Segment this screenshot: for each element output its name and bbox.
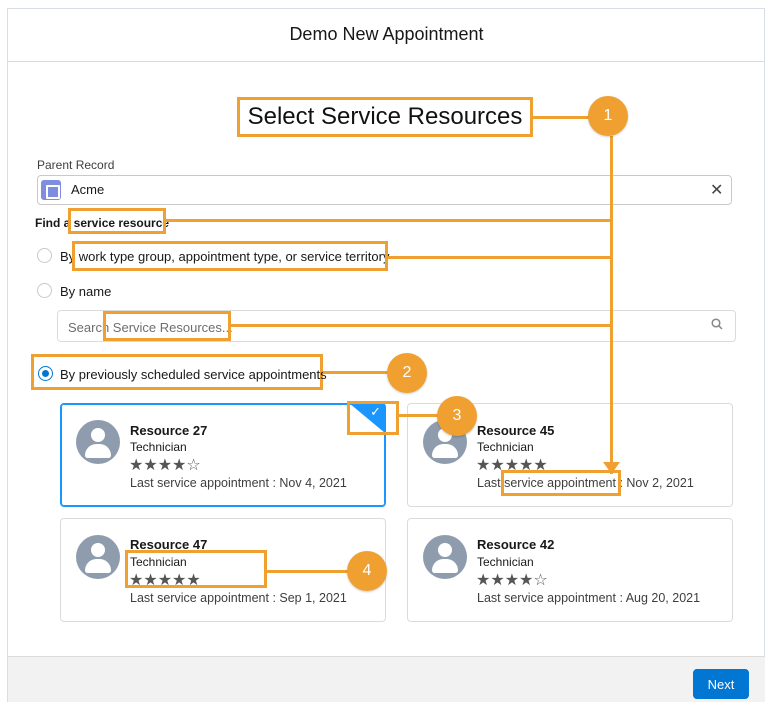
callout-line [323,371,389,374]
resource-role: Technician [130,440,187,454]
callout-line [267,570,349,573]
modal-footer [8,656,765,702]
parent-record-value: Acme [71,182,105,197]
callout-line [166,219,612,222]
option-by-name-label: By name [60,284,112,299]
resource-role: Technician [477,555,534,569]
resource-name: Resource 42 [477,537,555,552]
callout-badge-3: 3 [437,396,477,436]
last-appointment: Last service appointment : Sep 1, 2021 [130,591,347,605]
last-appointment: Last service appointment : Aug 20, 2021 [477,591,701,605]
page-title: Select Service Resources [237,97,533,137]
radio-work-type[interactable] [37,248,52,263]
callout-line [533,116,589,119]
callout-line [388,256,612,259]
rating-stars: ★★★★☆ [476,570,548,589]
find-label-highlight [68,208,166,234]
account-icon [41,180,61,200]
last-appointment: Last service appointment : Nov 4, 2021 [130,476,347,490]
parent-record-field[interactable] [37,175,732,205]
work-type-highlight [72,241,388,271]
callout-line [231,324,612,327]
avatar [423,535,467,579]
resource-name: Resource 27 [130,423,208,438]
radio-previous-appointments[interactable] [38,366,53,381]
avatar [76,535,120,579]
radio-by-name[interactable] [37,283,52,298]
selected-check-highlight [347,401,399,435]
search-icon [711,318,723,330]
resource-role: Technician [477,440,534,454]
avatar [76,420,120,464]
option-previous-label: By previously scheduled service appointm… [60,367,327,382]
parent-record-label: Parent Record [37,158,115,172]
search-highlight [103,311,231,341]
callout-badge-4: 4 [347,551,387,591]
rating-stars: ★★★★☆ [129,455,201,474]
arrow-down-icon [603,462,620,474]
callout-line [610,136,613,474]
next-button[interactable]: Next [693,669,749,699]
resource-name: Resource 45 [477,423,555,438]
callout-badge-1: 1 [588,96,628,136]
modal-title: Demo New Appointment [8,8,765,62]
callout-line [399,414,439,417]
close-icon[interactable]: ✕ [710,180,723,200]
callout-badge-2: 2 [387,353,427,393]
role-rating-highlight [125,550,267,588]
